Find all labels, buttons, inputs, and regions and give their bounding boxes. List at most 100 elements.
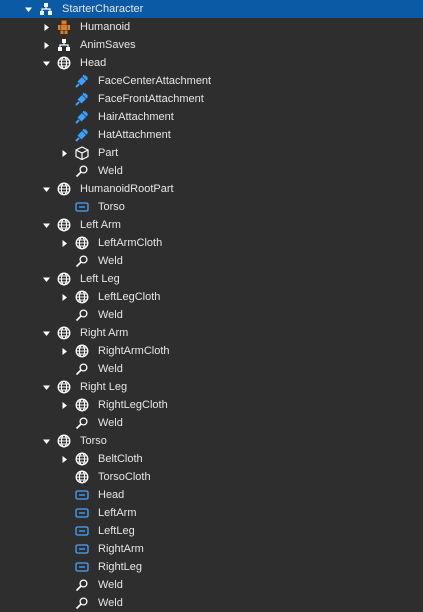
weld-icon [74, 307, 90, 323]
tree-row[interactable]: Torso [0, 432, 423, 450]
tree-row-label: RightArm [98, 543, 144, 555]
tree-row[interactable]: Weld [0, 162, 423, 180]
tree-row[interactable]: Right Arm [0, 324, 423, 342]
tree-row[interactable]: AnimSaves [0, 36, 423, 54]
motor-icon [74, 505, 90, 521]
tree-row-label: Weld [98, 309, 123, 321]
tree-row-label: Weld [98, 363, 123, 375]
meshpart-icon [74, 343, 90, 359]
chevron-right-icon[interactable] [40, 18, 52, 36]
tree-row-label: RightLegCloth [98, 399, 168, 411]
tree-row-label: Weld [98, 165, 123, 177]
tree-row-label: HairAttachment [98, 111, 174, 123]
chevron-down-icon[interactable] [40, 216, 52, 234]
motor-icon [74, 487, 90, 503]
chevron-down-icon[interactable] [40, 180, 52, 198]
chevron-right-icon[interactable] [58, 342, 70, 360]
tree-row[interactable]: RightArmCloth [0, 342, 423, 360]
tree-row[interactable]: Weld [0, 576, 423, 594]
tree-row-label: Right Leg [80, 381, 128, 393]
meshpart-icon [56, 181, 72, 197]
tree-row-label: AnimSaves [80, 39, 136, 51]
weld-icon [74, 253, 90, 269]
tree-row[interactable]: Part [0, 144, 423, 162]
tree-row[interactable]: Weld [0, 594, 423, 612]
tree-row-label: Weld [98, 417, 123, 429]
tree-row[interactable]: HumanoidRootPart [0, 180, 423, 198]
tree-row-label: LeftLegCloth [98, 291, 161, 303]
tree-row[interactable]: LeftArm [0, 504, 423, 522]
meshpart-icon [74, 469, 90, 485]
tree-row[interactable]: Head [0, 486, 423, 504]
meshpart-icon [56, 325, 72, 341]
meshpart-icon [56, 217, 72, 233]
tree-row[interactable]: Weld [0, 414, 423, 432]
tree-row[interactable]: LeftLegCloth [0, 288, 423, 306]
chevron-right-icon[interactable] [58, 288, 70, 306]
meshpart-icon [74, 289, 90, 305]
attachment-icon [74, 109, 90, 125]
tree-row[interactable]: Humanoid [0, 18, 423, 36]
tree-row-label: HatAttachment [98, 129, 171, 141]
tree-row[interactable]: BeltCloth [0, 450, 423, 468]
meshpart-icon [56, 55, 72, 71]
tree-row-label: Head [80, 57, 107, 69]
tree-row[interactable]: Weld [0, 306, 423, 324]
meshpart-icon [74, 235, 90, 251]
chevron-down-icon[interactable] [40, 324, 52, 342]
tree-row[interactable]: Right Leg [0, 378, 423, 396]
meshpart-icon [74, 397, 90, 413]
tree-row-label: Humanoid [80, 21, 131, 33]
chevron-right-icon[interactable] [58, 396, 70, 414]
tree-row-label: Left Leg [80, 273, 120, 285]
tree-row[interactable]: FaceFrontAttachment [0, 90, 423, 108]
weld-icon [74, 595, 90, 611]
tree-row[interactable]: RightArm [0, 540, 423, 558]
tree-row[interactable]: TorsoCloth [0, 468, 423, 486]
tree-row[interactable]: RightLeg [0, 558, 423, 576]
chevron-down-icon[interactable] [40, 270, 52, 288]
weld-icon [74, 577, 90, 593]
attachment-icon [74, 73, 90, 89]
chevron-right-icon[interactable] [58, 234, 70, 252]
chevron-down-icon[interactable] [40, 54, 52, 72]
tree-row[interactable]: HatAttachment [0, 126, 423, 144]
chevron-down-icon[interactable] [40, 378, 52, 396]
tree-row-label: Weld [98, 579, 123, 591]
tree-row[interactable]: FaceCenterAttachment [0, 72, 423, 90]
tree-row-label: Right Arm [80, 327, 129, 339]
tree-row-label: Weld [98, 597, 123, 609]
chevron-right-icon[interactable] [58, 144, 70, 162]
chevron-down-icon[interactable] [40, 432, 52, 450]
motor-icon [74, 523, 90, 539]
model-icon [56, 37, 72, 53]
tree-row[interactable]: LeftArmCloth [0, 234, 423, 252]
tree-row-label: RightArmCloth [98, 345, 170, 357]
model-icon [38, 1, 54, 17]
attachment-icon [74, 127, 90, 143]
tree-row[interactable]: LeftLeg [0, 522, 423, 540]
tree-row-label: TorsoCloth [98, 471, 151, 483]
chevron-right-icon[interactable] [58, 450, 70, 468]
tree-row[interactable]: Weld [0, 252, 423, 270]
tree-row-label: BeltCloth [98, 453, 143, 465]
chevron-down-icon[interactable] [22, 0, 34, 18]
tree-row[interactable]: Left Leg [0, 270, 423, 288]
meshpart-icon [74, 451, 90, 467]
tree-row[interactable]: Torso [0, 198, 423, 216]
motor-icon [74, 199, 90, 215]
chevron-right-icon[interactable] [40, 36, 52, 54]
tree-row[interactable]: RightLegCloth [0, 396, 423, 414]
tree-row[interactable]: StarterCharacter [0, 0, 423, 18]
meshpart-icon [56, 271, 72, 287]
tree-row-label: StarterCharacter [62, 3, 144, 15]
tree-row[interactable]: HairAttachment [0, 108, 423, 126]
tree-row[interactable]: Weld [0, 360, 423, 378]
tree-row[interactable]: Left Arm [0, 216, 423, 234]
tree-row-label: LeftArm [98, 507, 137, 519]
meshpart-icon [56, 433, 72, 449]
motor-icon [74, 559, 90, 575]
tree-row-label: Torso [80, 435, 107, 447]
tree-row-label: FaceFrontAttachment [98, 93, 204, 105]
tree-row[interactable]: Head [0, 54, 423, 72]
